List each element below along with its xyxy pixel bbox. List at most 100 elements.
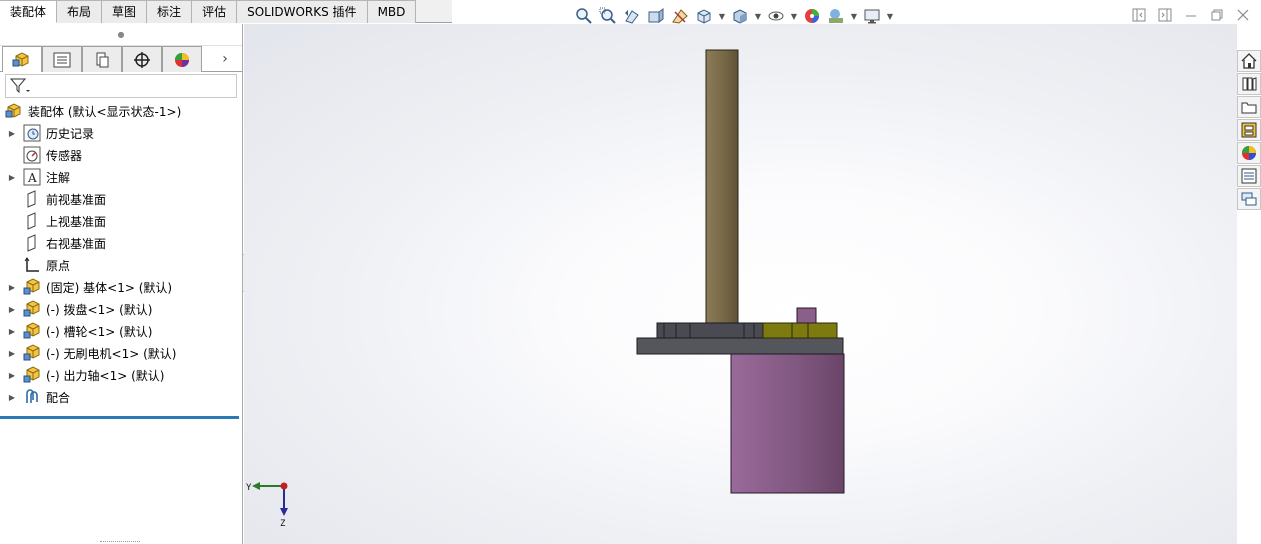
expand-arrow-icon[interactable]: ▶ xyxy=(6,364,18,386)
solidworks-window: 装配体 布局 草图 标注 评估 SOLIDWORKS 插件 MBD ▼ ▼ ▼ … xyxy=(0,0,1261,544)
drive-pin[interactable] xyxy=(796,307,817,324)
tree-item-annotations[interactable]: ▶ A 注解 xyxy=(0,166,242,188)
plane-icon xyxy=(22,233,42,253)
tree-item-geneva-part[interactable]: ▶ (-) 槽轮<1> (默认) xyxy=(0,320,242,342)
tree-item-mates[interactable]: ▶ 配合 xyxy=(0,386,242,408)
restore-icon[interactable] xyxy=(1209,7,1225,23)
feature-tree: 装配体 (默认<显示状态-1>) ▶ 历史记录 ▶ 传感器 ▶ A 注解 ▶ 前… xyxy=(0,100,242,419)
origin-icon xyxy=(22,255,42,275)
output-shaft[interactable] xyxy=(705,49,739,327)
expand-arrow-icon[interactable]: ▶ xyxy=(6,386,18,408)
tab-evaluate[interactable]: 评估 xyxy=(192,0,238,23)
configuration-manager-icon xyxy=(96,52,109,67)
view-orientation-dropdown-icon[interactable]: ▼ xyxy=(718,6,726,26)
tree-item-label: 历史记录 xyxy=(46,126,95,141)
tab-mbd[interactable]: MBD xyxy=(367,0,417,23)
tree-item-history[interactable]: ▶ 历史记录 xyxy=(0,122,242,144)
featuremanager-tab[interactable] xyxy=(2,46,42,72)
graphics-area[interactable] xyxy=(244,24,1237,544)
previous-view-icon[interactable] xyxy=(622,6,642,26)
tree-item-origin[interactable]: ▶ 原点 xyxy=(0,254,242,276)
design-library-button[interactable] xyxy=(1237,73,1261,95)
display-style-dropdown-icon[interactable]: ▼ xyxy=(754,6,762,26)
custom-properties-button[interactable] xyxy=(1237,165,1261,187)
dial-disk[interactable] xyxy=(656,322,764,339)
hide-show-items-icon[interactable] xyxy=(766,6,786,26)
expand-arrow-icon[interactable]: ▶ xyxy=(6,320,18,342)
tree-item-label: (-) 拨盘<1> (默认) xyxy=(46,302,153,317)
view-palette-button[interactable] xyxy=(1237,119,1261,141)
tree-item-label: (-) 无刷电机<1> (默认) xyxy=(46,346,177,361)
solidworks-resources-button[interactable] xyxy=(1237,50,1261,72)
feature-manager-panel: ● › 装配体 (默认<显示状态-1>) ▶ 历史记录 传感器 ▶ A 注解 前… xyxy=(0,24,243,544)
panel-right-icon[interactable] xyxy=(1157,7,1173,23)
dimxpertmanager-tab[interactable] xyxy=(122,46,162,72)
panel-left-icon[interactable] xyxy=(1131,7,1147,23)
zoom-to-fit-icon[interactable] xyxy=(574,6,594,26)
close-icon[interactable] xyxy=(1235,7,1251,23)
file-explorer-button[interactable] xyxy=(1237,96,1261,118)
expand-arrow-icon[interactable]: ▶ xyxy=(6,166,18,188)
view-settings-icon[interactable] xyxy=(862,6,882,26)
file-explorer-icon xyxy=(1241,102,1257,114)
tree-item-sensors[interactable]: ▶ 传感器 xyxy=(0,144,242,166)
hide-show-dropdown-icon[interactable]: ▼ xyxy=(790,6,798,26)
panel-grip[interactable]: ● xyxy=(0,24,242,46)
annotation-icon: A xyxy=(22,167,42,187)
section-view-icon[interactable] xyxy=(646,6,666,26)
tree-item-front-plane[interactable]: ▶ 前视基准面 xyxy=(0,188,242,210)
tree-item-motor-part[interactable]: ▶ (-) 无刷电机<1> (默认) xyxy=(0,342,242,364)
command-manager-tabs: 装配体 布局 草图 标注 评估 SOLIDWORKS 插件 MBD xyxy=(0,0,452,23)
expand-arrow-icon[interactable]: ▶ xyxy=(6,342,18,364)
part-icon xyxy=(22,299,42,319)
tab-sketch[interactable]: 草图 xyxy=(102,0,148,23)
tree-item-label: 上视基准面 xyxy=(46,214,107,229)
tree-item-label: 右视基准面 xyxy=(46,236,107,251)
tab-solidworks-addins[interactable]: SOLIDWORKS 插件 xyxy=(237,0,368,23)
reference-triad: Y Z xyxy=(246,482,288,529)
base-plate[interactable] xyxy=(636,337,844,355)
forum-icon xyxy=(1241,192,1257,206)
dynamic-annotation-icon[interactable] xyxy=(670,6,690,26)
plane-icon xyxy=(22,211,42,231)
chevron-right-icon[interactable]: › xyxy=(210,46,240,72)
expand-arrow-icon[interactable]: ▶ xyxy=(6,298,18,320)
tree-item-base-part[interactable]: ▶ (固定) 基体<1> (默认) xyxy=(0,276,242,298)
expand-arrow-icon[interactable]: ▶ xyxy=(6,122,18,144)
brushless-motor[interactable] xyxy=(730,353,845,494)
displaymanager-tab[interactable] xyxy=(162,46,202,72)
view-settings-dropdown-icon[interactable]: ▼ xyxy=(886,6,894,26)
tab-assembly[interactable]: 装配体 xyxy=(0,0,58,23)
display-style-icon[interactable] xyxy=(730,6,750,26)
part-icon xyxy=(22,277,42,297)
minimize-icon[interactable] xyxy=(1183,7,1199,23)
tree-item-dial-part[interactable]: ▶ (-) 拨盘<1> (默认) xyxy=(0,298,242,320)
tree-root-assembly[interactable]: 装配体 (默认<显示状态-1>) xyxy=(0,100,242,122)
manager-tabs: › xyxy=(0,46,242,72)
filter-box[interactable] xyxy=(5,74,237,98)
tree-item-right-plane[interactable]: ▶ 右视基准面 xyxy=(0,232,242,254)
configurationmanager-tab[interactable] xyxy=(82,46,122,72)
apply-scene-dropdown-icon[interactable]: ▼ xyxy=(850,6,858,26)
edit-appearance-icon[interactable] xyxy=(802,6,822,26)
propertymanager-tab[interactable] xyxy=(42,46,82,72)
appearances-button[interactable] xyxy=(1237,142,1261,164)
tree-item-label: (固定) 基体<1> (默认) xyxy=(46,280,173,295)
design-library-icon xyxy=(1242,77,1257,91)
apply-scene-icon[interactable] xyxy=(826,6,846,26)
part-icon xyxy=(22,321,42,341)
view-orientation-icon[interactable] xyxy=(694,6,714,26)
assembly-model[interactable] xyxy=(244,24,1237,544)
tree-item-top-plane[interactable]: ▶ 上视基准面 xyxy=(0,210,242,232)
tree-item-label: (-) 槽轮<1> (默认) xyxy=(46,324,153,339)
expand-arrow-icon[interactable]: ▶ xyxy=(6,276,18,298)
geneva-wheel[interactable] xyxy=(762,322,838,339)
solidworks-forum-button[interactable] xyxy=(1237,188,1261,210)
zoom-to-area-icon[interactable] xyxy=(598,6,618,26)
tree-item-output-shaft-part[interactable]: ▶ (-) 出力轴<1> (默认) xyxy=(0,364,242,386)
tab-layout[interactable]: 布局 xyxy=(57,0,103,23)
svg-text:A: A xyxy=(27,171,37,185)
rollback-bar[interactable] xyxy=(0,416,239,419)
triad-z-label: Z xyxy=(280,519,286,529)
tab-markup[interactable]: 标注 xyxy=(147,0,193,23)
